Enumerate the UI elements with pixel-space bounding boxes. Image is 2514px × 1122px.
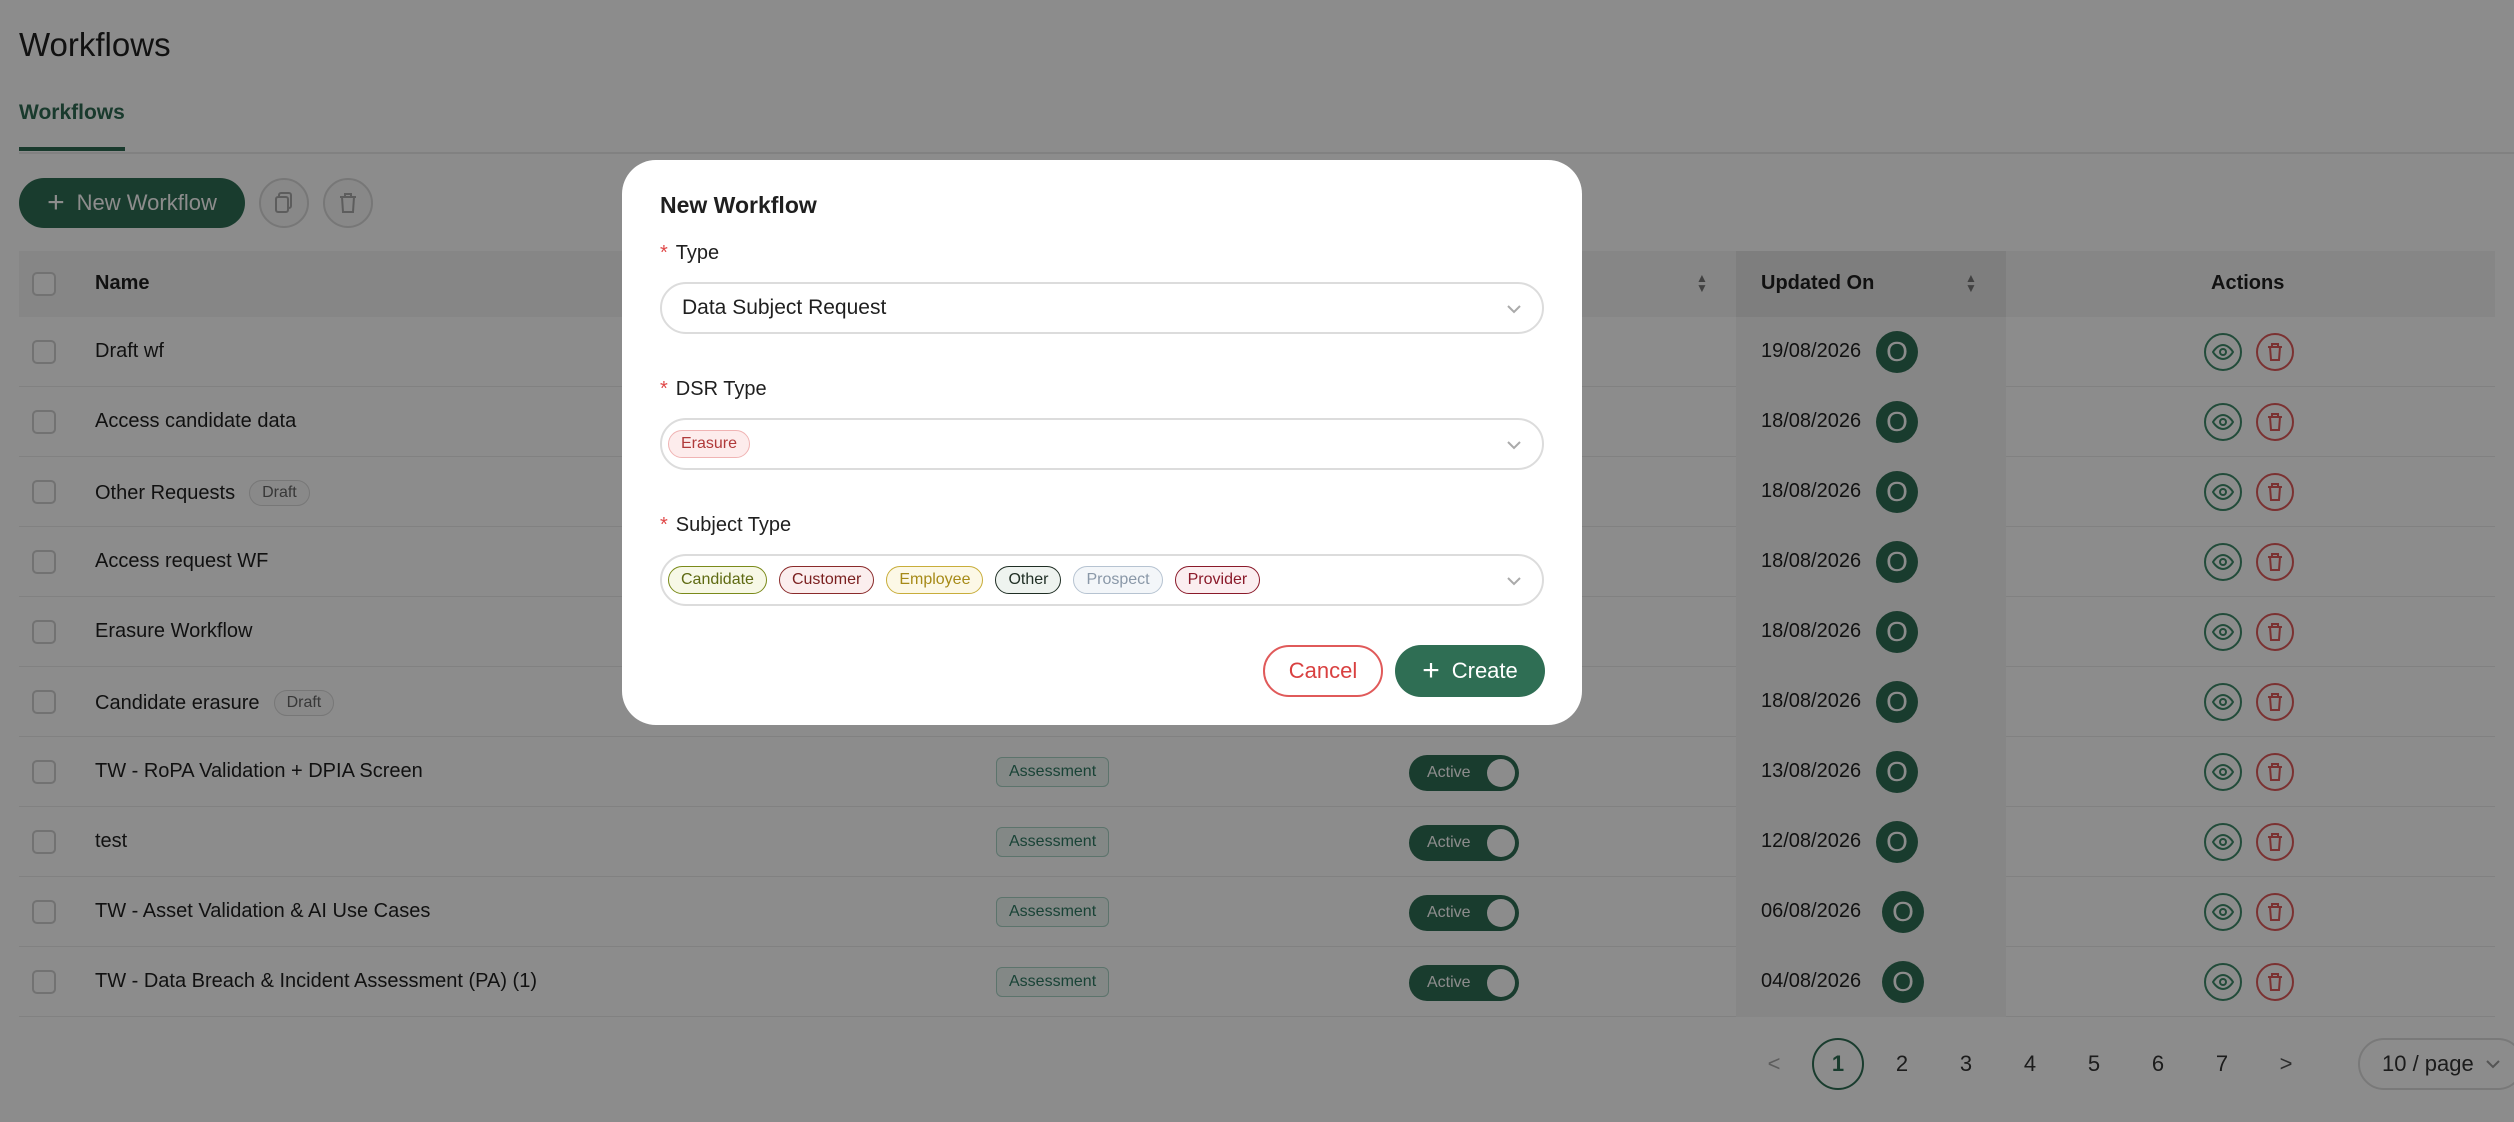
dsr-type-label-text: DSR Type [675,378,767,400]
type-label: * Type [660,242,719,265]
type-value: Data Subject Request [682,296,887,319]
type-label-text: Type [675,242,720,264]
cancel-button[interactable]: Cancel [1263,645,1383,697]
chevron-down-icon [1507,305,1521,314]
create-button[interactable]: + Create [1395,645,1545,697]
tag-chip[interactable]: Other [995,566,1062,594]
create-label: Create [1451,658,1518,683]
type-select[interactable]: Data Subject Request [660,282,1544,334]
chevron-down-icon [1507,441,1521,450]
plus-icon: + [1422,654,1440,687]
tag-chip[interactable]: Provider [1174,566,1261,594]
modal-title: New Workflow [660,192,817,218]
dsr-type-label: * DSR Type [660,378,767,401]
tag-chip[interactable]: Customer [778,566,875,594]
tag-chip[interactable]: Erasure [668,430,751,458]
required-mark: * [660,514,668,536]
required-mark: * [660,378,668,400]
subject-type-chips: Candidate Customer Employee Other Prospect Pr… [668,566,1261,594]
chevron-down-icon [1507,577,1521,586]
tag-chip[interactable]: Candidate [668,566,767,594]
dsr-type-select[interactable]: Erasure [660,418,1544,470]
tag-chip[interactable]: Employee [886,566,984,594]
subject-type-select[interactable]: Candidate Customer Employee Other Prospect Pr… [660,554,1544,606]
required-mark: * [660,242,668,264]
subject-type-label-text: Subject Type [675,514,792,536]
new-workflow-modal: New Workflow * Type Data Subject Request … [622,160,1582,725]
tag-chip[interactable]: Prospect [1073,566,1163,594]
dsr-type-chips: Erasure [668,430,751,458]
subject-type-label: * Subject Type [660,514,791,537]
